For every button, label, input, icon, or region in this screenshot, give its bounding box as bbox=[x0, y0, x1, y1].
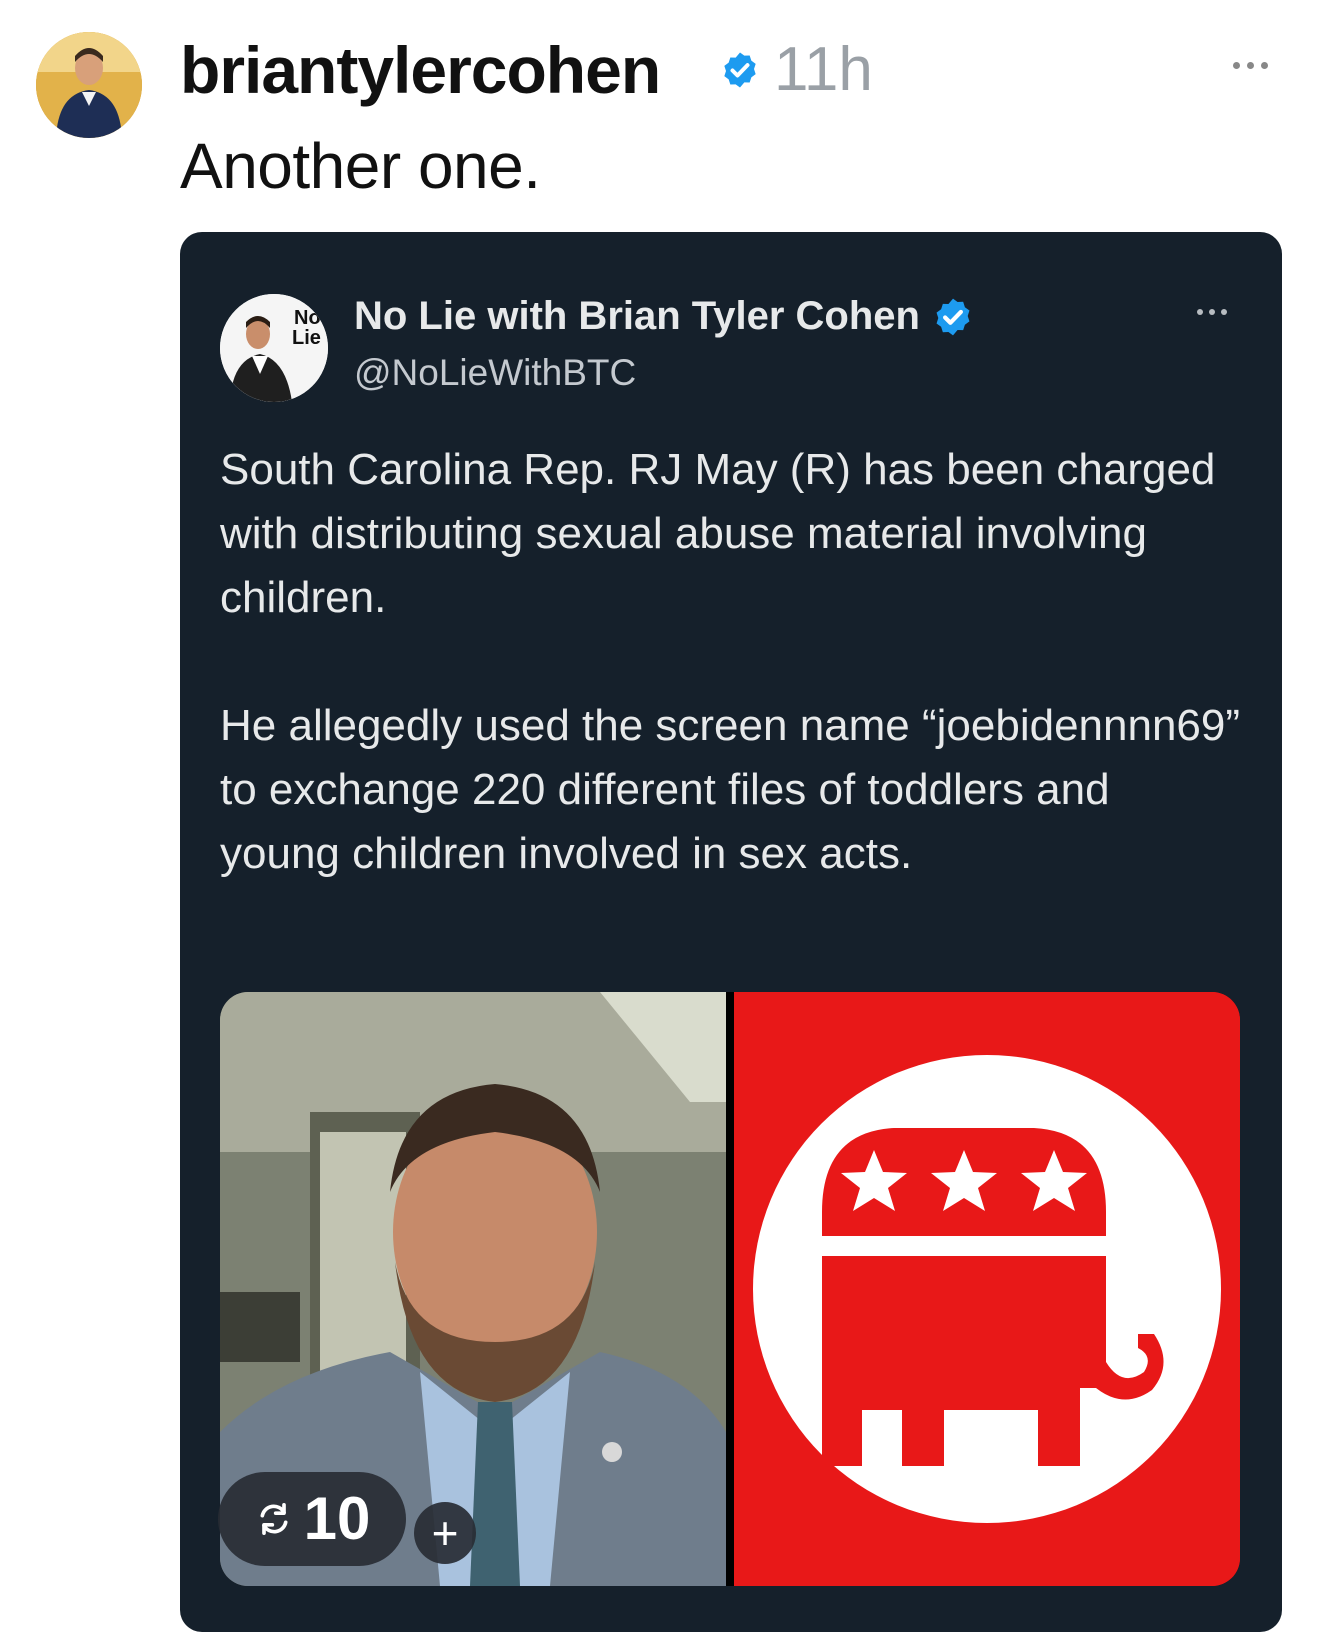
add-button[interactable]: + bbox=[414, 1502, 476, 1564]
quoted-post-card[interactable]: No Lie No Lie with Brian Tyler Cohen @No… bbox=[180, 232, 1282, 1632]
verified-badge-icon bbox=[724, 52, 756, 88]
author-avatar[interactable] bbox=[36, 32, 142, 138]
repost-count: 10 bbox=[303, 1485, 371, 1552]
svg-text:Lie: Lie bbox=[292, 327, 321, 349]
repost-button[interactable]: 10 bbox=[218, 1472, 406, 1566]
author-username[interactable]: briantylercohen bbox=[180, 28, 661, 112]
svg-text:No: No bbox=[294, 307, 321, 329]
quoted-post-text: South Carolina Rep. RJ May (R) has been … bbox=[220, 438, 1240, 886]
quoted-avatar-image: No Lie bbox=[220, 294, 328, 402]
avatar-image bbox=[36, 32, 142, 138]
quoted-author-handle[interactable]: @NoLieWithBTC bbox=[354, 350, 636, 396]
quoted-paragraph-1: South Carolina Rep. RJ May (R) has been … bbox=[220, 445, 1216, 622]
post-timestamp: 11h bbox=[774, 35, 873, 104]
quoted-author-name[interactable]: No Lie with Brian Tyler Cohen bbox=[354, 292, 920, 340]
quoted-paragraph-2: He allegedly used the screen name “joebi… bbox=[220, 701, 1241, 878]
more-options-icon[interactable] bbox=[1226, 50, 1274, 80]
quoted-author-avatar[interactable]: No Lie bbox=[220, 294, 328, 402]
republican-elephant-logo[interactable] bbox=[734, 992, 1240, 1586]
post-caption: Another one. bbox=[180, 130, 541, 202]
repost-icon bbox=[260, 1503, 288, 1535]
quoted-verified-badge-icon bbox=[936, 298, 970, 336]
quoted-more-options-icon[interactable] bbox=[1188, 300, 1236, 324]
